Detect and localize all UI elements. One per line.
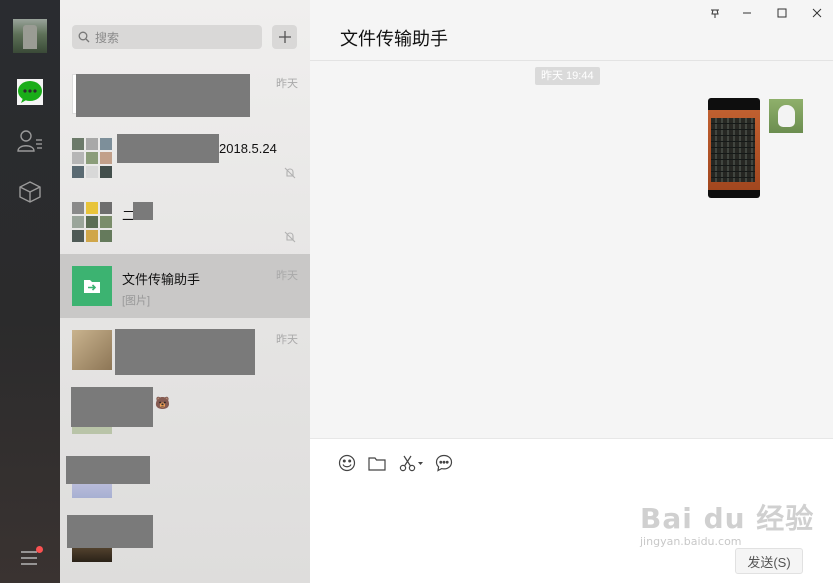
conversation-item[interactable]: 昨天 [60, 318, 310, 382]
scissors-icon[interactable] [398, 453, 428, 473]
conversation-time: 昨天 [276, 78, 298, 90]
conversation-item[interactable] [60, 510, 310, 574]
mute-icon [284, 166, 296, 184]
redaction-block [117, 134, 219, 163]
conversation-avatar [72, 330, 112, 370]
sender-avatar[interactable] [769, 99, 803, 133]
redaction-block [67, 515, 153, 548]
bear-emoji-icon: 🐻 [155, 396, 170, 410]
user-avatar[interactable] [13, 19, 47, 53]
menu-icon[interactable] [17, 545, 43, 571]
dog-photo [778, 105, 795, 127]
redaction-block [115, 329, 255, 375]
conversation-item-file-transfer[interactable]: 文件传输助手 [图片] 昨天 [60, 254, 310, 318]
conversation-item[interactable]: 二 [60, 190, 310, 254]
cube-icon[interactable] [17, 179, 43, 205]
sidebar-nav [0, 0, 60, 583]
conversation-item[interactable]: 昨天 [60, 62, 310, 126]
chat-bubble-icon[interactable] [433, 453, 455, 473]
maximize-icon[interactable] [772, 5, 792, 21]
conversation-preview: [图片] [122, 295, 151, 307]
conversation-list: 搜索 昨天 2018.5.24 二 文件传输助手 [图片] 昨天 昨天 🐻 [60, 0, 310, 583]
folder-arrow-icon [84, 280, 100, 293]
conversation-item[interactable]: 2018.5.24 [60, 126, 310, 190]
plus-icon [278, 31, 291, 43]
mute-icon [284, 230, 296, 248]
baidu-watermark: Bai du 经验 jingyan.baidu.com [640, 497, 814, 548]
redaction-block [76, 74, 250, 117]
redaction-block [133, 202, 153, 220]
conversation-name: 2018.5.24 [219, 141, 277, 156]
send-button[interactable]: 发送(S) [735, 548, 803, 574]
search-placeholder: 搜索 [95, 30, 120, 45]
minimize-icon[interactable] [737, 5, 757, 21]
watermark-brand: Bai du 经验 [640, 502, 815, 535]
image-key-rows [711, 118, 755, 182]
contacts-icon[interactable] [17, 128, 43, 154]
message-timestamp: 昨天 19:44 [535, 67, 600, 85]
notification-dot [36, 546, 43, 553]
pin-icon[interactable] [705, 5, 725, 21]
folder-icon[interactable] [366, 453, 388, 473]
conversation-item[interactable]: 🐻 [60, 382, 310, 446]
conversation-time: 昨天 [276, 334, 298, 346]
chat-title: 文件传输助手 [340, 29, 448, 49]
search-icon [78, 31, 90, 43]
file-transfer-avatar [72, 266, 112, 306]
chat-icon[interactable] [17, 79, 43, 105]
group-avatar [72, 202, 112, 242]
conversation-item[interactable] [60, 446, 310, 510]
close-icon[interactable] [807, 5, 827, 21]
add-button[interactable] [272, 25, 297, 49]
message-input-area[interactable]: Bai du 经验 jingyan.baidu.com 发送(S) [310, 438, 833, 583]
conversation-time: 昨天 [276, 270, 298, 282]
chat-header: 文件传输助手 [310, 0, 833, 61]
search-input[interactable]: 搜索 [72, 25, 262, 49]
emoji-icon[interactable] [336, 453, 358, 473]
conversation-name: 文件传输助手 [122, 272, 201, 287]
redaction-block [66, 456, 150, 484]
redaction-block [71, 387, 153, 427]
image-message[interactable] [708, 98, 760, 198]
group-avatar [72, 138, 112, 178]
chat-pane: 文件传输助手 昨天 19:44 Bai du 经验 jingyan.baidu.… [310, 0, 833, 583]
